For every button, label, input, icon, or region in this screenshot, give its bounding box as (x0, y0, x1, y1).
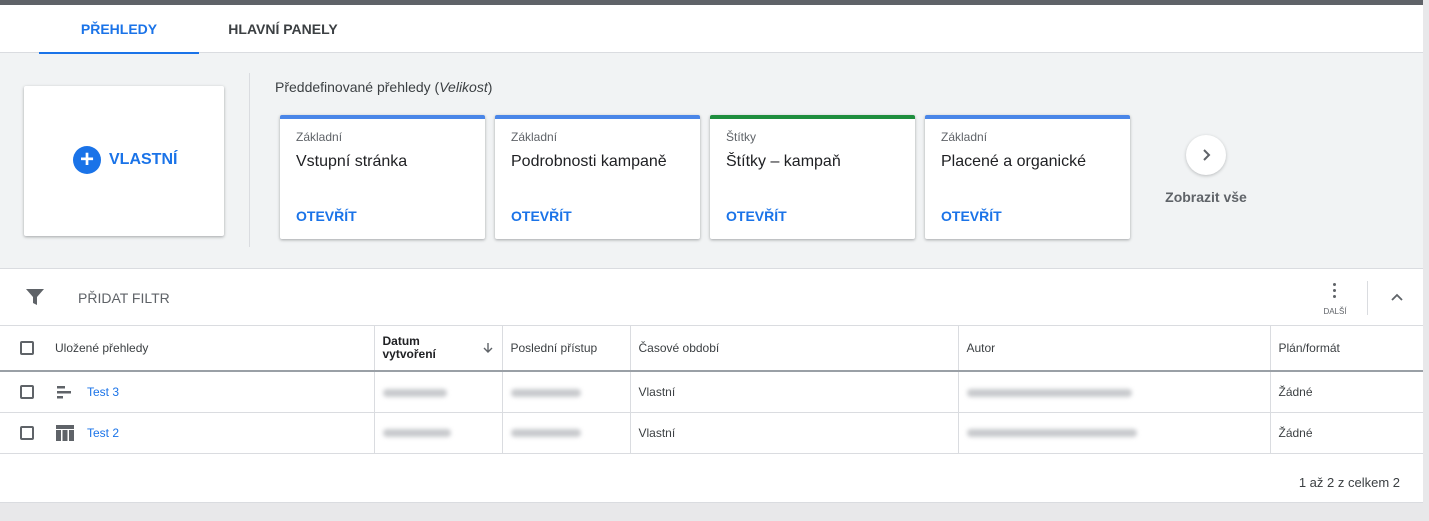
row-plan-cell: Žádné (1269, 371, 1423, 412)
filter-toolbar: PŘIDAT FILTR DALŠÍ (0, 269, 1423, 326)
header-period[interactable]: Časové období (629, 326, 958, 371)
next-cards-button[interactable] (1186, 135, 1226, 175)
toolbar-divider (1367, 281, 1368, 315)
row-date-cell (373, 412, 502, 453)
saved-reports-panel: PŘIDAT FILTR DALŠÍ Uložené přehledy Datu… (0, 268, 1423, 502)
report-card-placene-a-organicke[interactable]: Základní Placené a organické OTEVŘÍT (925, 115, 1130, 239)
redacted-author (966, 429, 1137, 438)
row-period-cell: Vlastní (629, 412, 958, 453)
more-label: DALŠÍ (1323, 307, 1347, 316)
row-last-access-cell (501, 412, 630, 453)
report-card-category: Základní (296, 130, 343, 144)
custom-report-label: VLASTNÍ (109, 151, 178, 168)
row-checkbox[interactable] (20, 425, 34, 440)
report-card-title: Placené a organické (941, 153, 1086, 170)
table-header-row: Uložené přehledy Datum vytvoření Poslední… (0, 326, 1423, 371)
saved-reports-table: Uložené přehledy Datum vytvoření Poslední… (0, 326, 1423, 454)
bar-chart-icon (57, 385, 71, 399)
redacted-date (382, 388, 447, 397)
window-right-edge (1423, 0, 1429, 521)
open-report-button[interactable]: OTEVŘÍT (726, 208, 787, 224)
header-name-label: Uložené přehledy (55, 341, 149, 355)
row-name-cell: Test 3 (0, 371, 374, 412)
open-report-button[interactable]: OTEVŘÍT (941, 208, 1002, 224)
redacted-last-access (510, 388, 581, 397)
header-author[interactable]: Autor (957, 326, 1270, 371)
header-plan[interactable]: Plán/formát (1269, 326, 1423, 371)
predefined-reports-title: Předdefinované přehledy (Velikost) (275, 79, 493, 95)
table-row: Test 3 Vlastní Žádné (0, 371, 1423, 412)
report-card-podrobnosti-kampane[interactable]: Základní Podrobnosti kampaně OTEVŘÍT (495, 115, 700, 239)
row-plan-cell: Žádné (1269, 412, 1423, 453)
chevron-right-icon (1203, 149, 1211, 161)
more-button[interactable]: DALŠÍ (1318, 279, 1352, 319)
filter-icon[interactable] (26, 289, 44, 305)
redacted-date (382, 429, 451, 438)
tab-prehledy[interactable]: PŘEHLEDY (39, 5, 199, 54)
row-checkbox[interactable] (20, 384, 34, 399)
report-card-category: Základní (511, 130, 558, 144)
report-link[interactable]: Test 2 (87, 426, 119, 440)
row-last-access-cell (501, 371, 630, 412)
chevron-up-icon[interactable] (1390, 290, 1404, 304)
open-report-button[interactable]: OTEVŘÍT (511, 208, 572, 224)
plus-icon: + (73, 146, 101, 174)
report-card-title: Štítky – kampaň (726, 153, 841, 170)
tab-hlavni-panely[interactable]: HLAVNÍ PANELY (213, 5, 353, 53)
select-all-checkbox[interactable] (20, 341, 34, 355)
redacted-last-access (510, 429, 581, 438)
header-last-access[interactable]: Poslední přístup (501, 326, 630, 371)
report-card-category: Štítky (726, 130, 757, 144)
table-row: Test 2 Vlastní Žádné (0, 412, 1423, 453)
bottom-strip (0, 502, 1423, 521)
report-card-title: Vstupní stránka (296, 153, 408, 170)
more-vert-icon (1333, 283, 1337, 301)
row-author-cell (957, 412, 1270, 453)
report-card-title: Podrobnosti kampaně (511, 153, 667, 170)
reports-app: PŘEHLEDY HLAVNÍ PANELY + VLASTNÍ Předdef… (0, 5, 1423, 521)
header-date-created[interactable]: Datum vytvoření (373, 326, 502, 371)
row-author-cell (957, 371, 1270, 412)
custom-report-card[interactable]: + VLASTNÍ (24, 86, 224, 236)
tab-bar: PŘEHLEDY HLAVNÍ PANELY (0, 5, 1423, 54)
row-period-cell: Vlastní (629, 371, 958, 412)
row-date-cell (373, 371, 502, 412)
table-icon (56, 424, 74, 441)
sort-arrow-down-icon (483, 343, 492, 353)
report-card-vstupni-stranka[interactable]: Základní Vstupní stránka OTEVŘÍT (280, 115, 485, 239)
show-all-link[interactable]: Zobrazit vše (1146, 189, 1266, 205)
add-filter-button[interactable]: PŘIDAT FILTR (78, 290, 170, 306)
open-report-button[interactable]: OTEVŘÍT (296, 208, 357, 224)
header-date-line2: vytvoření (382, 347, 436, 361)
pagination-summary: 1 až 2 z celkem 2 (1298, 475, 1400, 490)
report-card-category: Základní (941, 130, 988, 144)
row-name-cell: Test 2 (0, 412, 374, 453)
header-date-line1: Datum (382, 334, 420, 348)
report-link[interactable]: Test 3 (87, 385, 119, 399)
gallery-divider (249, 73, 250, 247)
redacted-author (966, 388, 1132, 397)
header-name: Uložené přehledy (0, 326, 374, 371)
report-gallery: + VLASTNÍ Předdefinované přehledy (Velik… (0, 54, 1423, 268)
report-card-stitky-kampan[interactable]: Štítky Štítky – kampaň OTEVŘÍT (710, 115, 915, 239)
